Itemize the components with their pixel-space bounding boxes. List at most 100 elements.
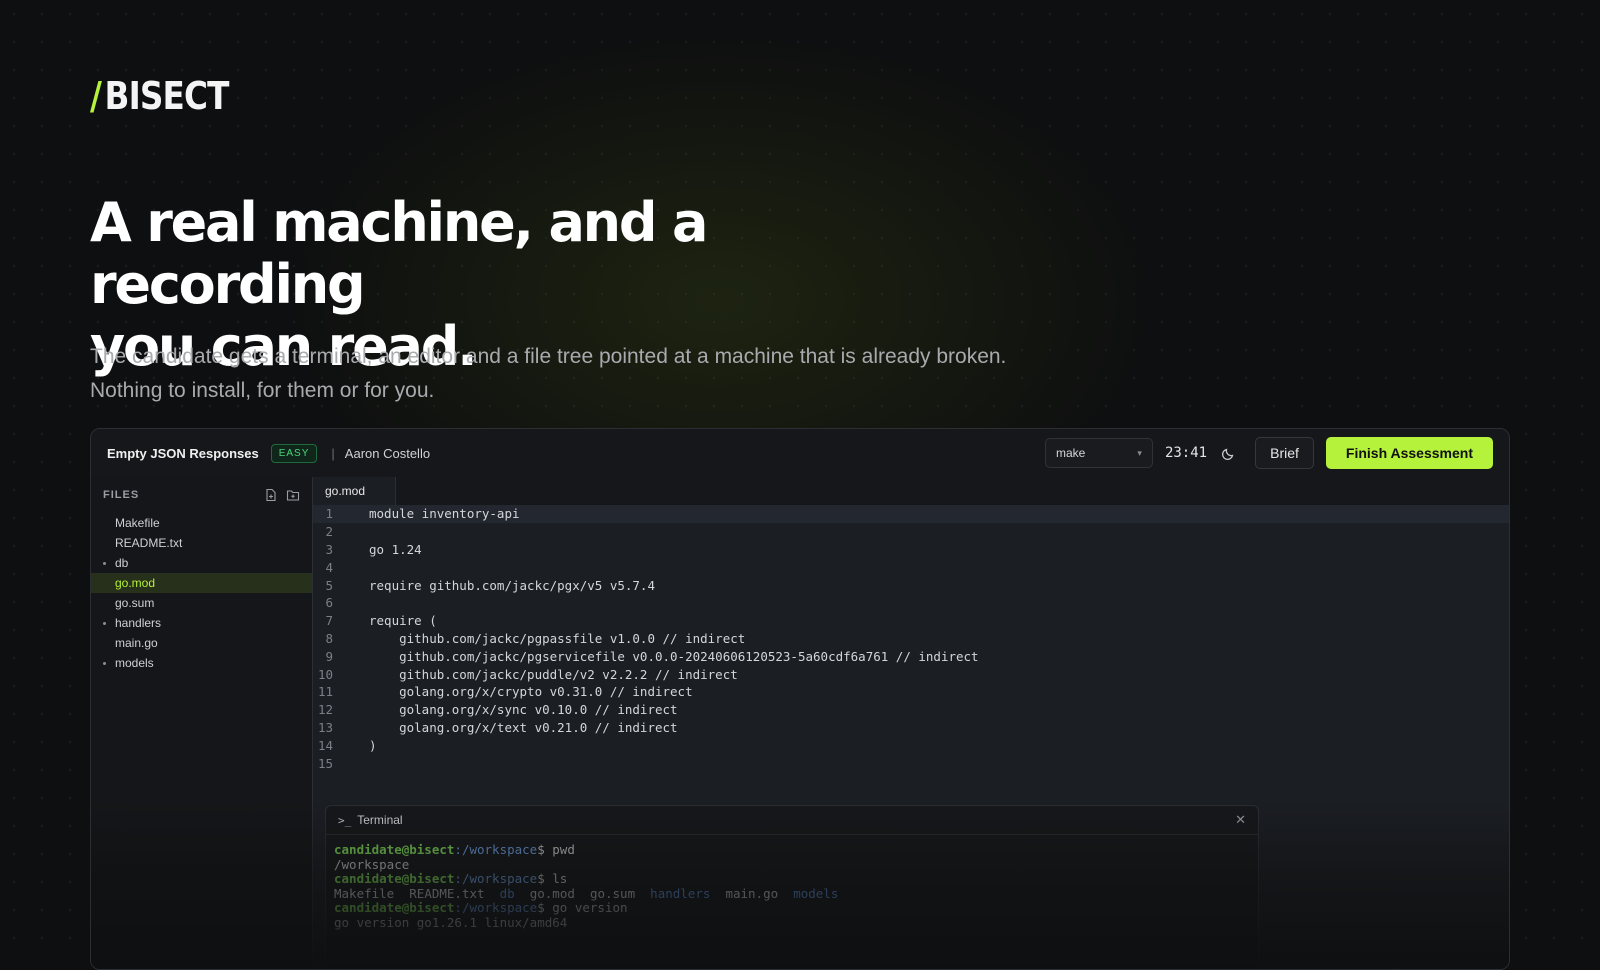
ls-dir-entry: handlers: [650, 885, 711, 901]
code-line: 12 golang.org/x/sync v0.10.0 // indirect: [313, 701, 1509, 719]
line-number: 4: [325, 559, 333, 575]
terminal-line: candidate@bisect:/workspace$ pwd: [334, 842, 575, 857]
code-line: 6: [313, 594, 1509, 612]
line-text: golang.org/x/sync v0.10.0 // indirect: [369, 702, 678, 718]
line-number: 15: [317, 755, 333, 771]
assessment-app-window: Empty JSON Responses EASY | Aaron Costel…: [90, 428, 1510, 970]
line-text: require github.com/jackc/pgx/v5 v5.7.4: [369, 577, 655, 593]
folder-name: db: [115, 556, 129, 570]
line-number: 3: [325, 541, 333, 557]
line-number: 9: [325, 648, 333, 664]
chevron-down-icon: ▾: [1137, 447, 1142, 458]
logo-slash: /: [90, 74, 102, 118]
code-line: 5 require github.com/jackc/pgx/v5 v5.7.4: [313, 576, 1509, 594]
file-item-main-go[interactable]: main.go: [91, 633, 312, 653]
ls-dir-entry: models: [793, 885, 839, 901]
ls-file-entry: README.txt: [409, 885, 485, 901]
topbar-actions: make ▾ 23:41 Brief Finish Assessment: [1044, 437, 1493, 469]
files-actions: [264, 488, 300, 502]
app-topbar: Empty JSON Responses EASY | Aaron Costel…: [91, 429, 1509, 478]
line-text: module inventory-api: [369, 506, 520, 522]
folder-item-models[interactable]: models: [91, 653, 312, 673]
line-text: golang.org/x/crypto v0.31.0 // indirect: [369, 684, 693, 700]
close-icon[interactable]: ✕: [1235, 812, 1246, 828]
ls-file-entry: go.sum: [589, 885, 636, 901]
ls-file-entry: main.go: [725, 885, 779, 901]
line-text: golang.org/x/text v0.21.0 // indirect: [369, 719, 678, 735]
command-select[interactable]: make ▾: [1044, 438, 1153, 468]
files-header: FILES: [91, 477, 312, 513]
folder-item-db[interactable]: db: [91, 553, 312, 573]
line-number: 13: [317, 719, 333, 735]
file-name: go.mod: [115, 576, 156, 590]
ls-dir-entry: db: [499, 885, 515, 901]
code-line: 4: [313, 558, 1509, 576]
topbar-separator: |: [331, 445, 335, 461]
tab-label: go.mod: [325, 484, 366, 498]
terminal-title: Terminal: [357, 813, 403, 827]
file-sidebar: FILES Makefile README.txt db go.mod go.s…: [91, 477, 313, 969]
editor-tabs: go.mod: [313, 477, 1509, 506]
terminal-output[interactable]: candidate@bisect:/workspace$ pwd /worksp…: [326, 835, 1258, 939]
new-file-icon[interactable]: [264, 488, 278, 502]
folder-caret-icon: [103, 562, 106, 565]
terminal-header: >_ Terminal ✕: [326, 806, 1258, 835]
line-number: 2: [325, 524, 333, 540]
new-folder-icon[interactable]: [286, 488, 300, 502]
terminal-line: /workspace: [334, 856, 410, 872]
code-line: 8 github.com/jackc/pgpassfile v1.0.0 // …: [313, 630, 1509, 648]
code-line: 7 require (: [313, 612, 1509, 630]
task-title: Empty JSON Responses: [107, 445, 259, 461]
line-text: github.com/jackc/pgpassfile v1.0.0 // in…: [369, 630, 746, 646]
countdown-timer: 23:41: [1164, 445, 1208, 461]
code-line: 11 golang.org/x/crypto v0.31.0 // indire…: [313, 683, 1509, 701]
code-line: 3 go 1.24: [313, 541, 1509, 559]
candidate-name: Aaron Costello: [344, 445, 431, 461]
hero-title-line-1: A real machine, and a recording: [90, 191, 708, 316]
folder-name: handlers: [115, 616, 162, 630]
line-text: require (: [369, 613, 437, 629]
difficulty-badge: EASY: [270, 443, 318, 463]
folder-item-handlers[interactable]: handlers: [91, 613, 312, 633]
hero-subtitle: The candidate gets a terminal, an editor…: [90, 345, 1007, 402]
code-line: 2: [313, 523, 1509, 541]
file-name: go.sum: [115, 596, 155, 610]
bisect-logo[interactable]: /BISECT: [90, 74, 229, 118]
moon-icon[interactable]: [1221, 445, 1237, 461]
line-number: 14: [317, 737, 333, 753]
code-area[interactable]: 1 module inventory-api 2 3 go 1.24 4 5 require …: [313, 505, 1509, 772]
terminal-line: candidate@bisect:/workspace$ go version: [334, 900, 628, 916]
file-name: Makefile: [115, 516, 160, 530]
line-number: 8: [325, 630, 333, 646]
folder-name: models: [115, 656, 154, 670]
brief-button[interactable]: Brief: [1255, 437, 1314, 469]
tab-go-mod[interactable]: go.mod: [313, 477, 396, 505]
file-name: README.txt: [115, 536, 183, 550]
terminal-icon: >_: [338, 813, 352, 827]
code-line: 14): [313, 736, 1509, 754]
terminal-line: go version go1.26.1 linux/amd64: [334, 914, 568, 930]
code-line: 15: [313, 754, 1509, 772]
file-item-go-sum[interactable]: go.sum: [91, 593, 312, 613]
file-item-go-mod[interactable]: go.mod: [91, 573, 312, 593]
finish-assessment-button[interactable]: Finish Assessment: [1325, 437, 1493, 469]
code-line: 1 module inventory-api: [313, 505, 1509, 523]
folder-caret-icon: [103, 662, 106, 665]
ls-file-entry: Makefile: [334, 885, 395, 901]
line-number: 6: [325, 595, 333, 611]
code-line: 13 golang.org/x/text v0.21.0 // indirect: [313, 719, 1509, 737]
file-item-readme[interactable]: README.txt: [91, 533, 312, 553]
code-editor: go.mod 1 module inventory-api 2 3 go 1.24 4 5 r…: [313, 477, 1509, 969]
file-item-makefile[interactable]: Makefile: [91, 513, 312, 533]
folder-caret-icon: [103, 622, 106, 625]
line-text: go 1.24: [369, 541, 422, 557]
line-number: 10: [317, 666, 333, 682]
terminal-ls-output: Makefile README.txt db go.mod go.sum han…: [334, 885, 1250, 902]
terminal-line: candidate@bisect:/workspace$ ls: [334, 871, 568, 887]
terminal-panel[interactable]: >_ Terminal ✕ candidate@bisect:/workspac…: [325, 805, 1259, 969]
code-line: 9 github.com/jackc/pgservicefile v0.0.0-…: [313, 647, 1509, 665]
line-text: github.com/jackc/pgservicefile v0.0.0-20…: [369, 648, 979, 664]
line-number: 7: [325, 613, 333, 629]
line-number: 1: [325, 506, 333, 522]
file-tree: Makefile README.txt db go.mod go.sum han…: [91, 513, 312, 673]
